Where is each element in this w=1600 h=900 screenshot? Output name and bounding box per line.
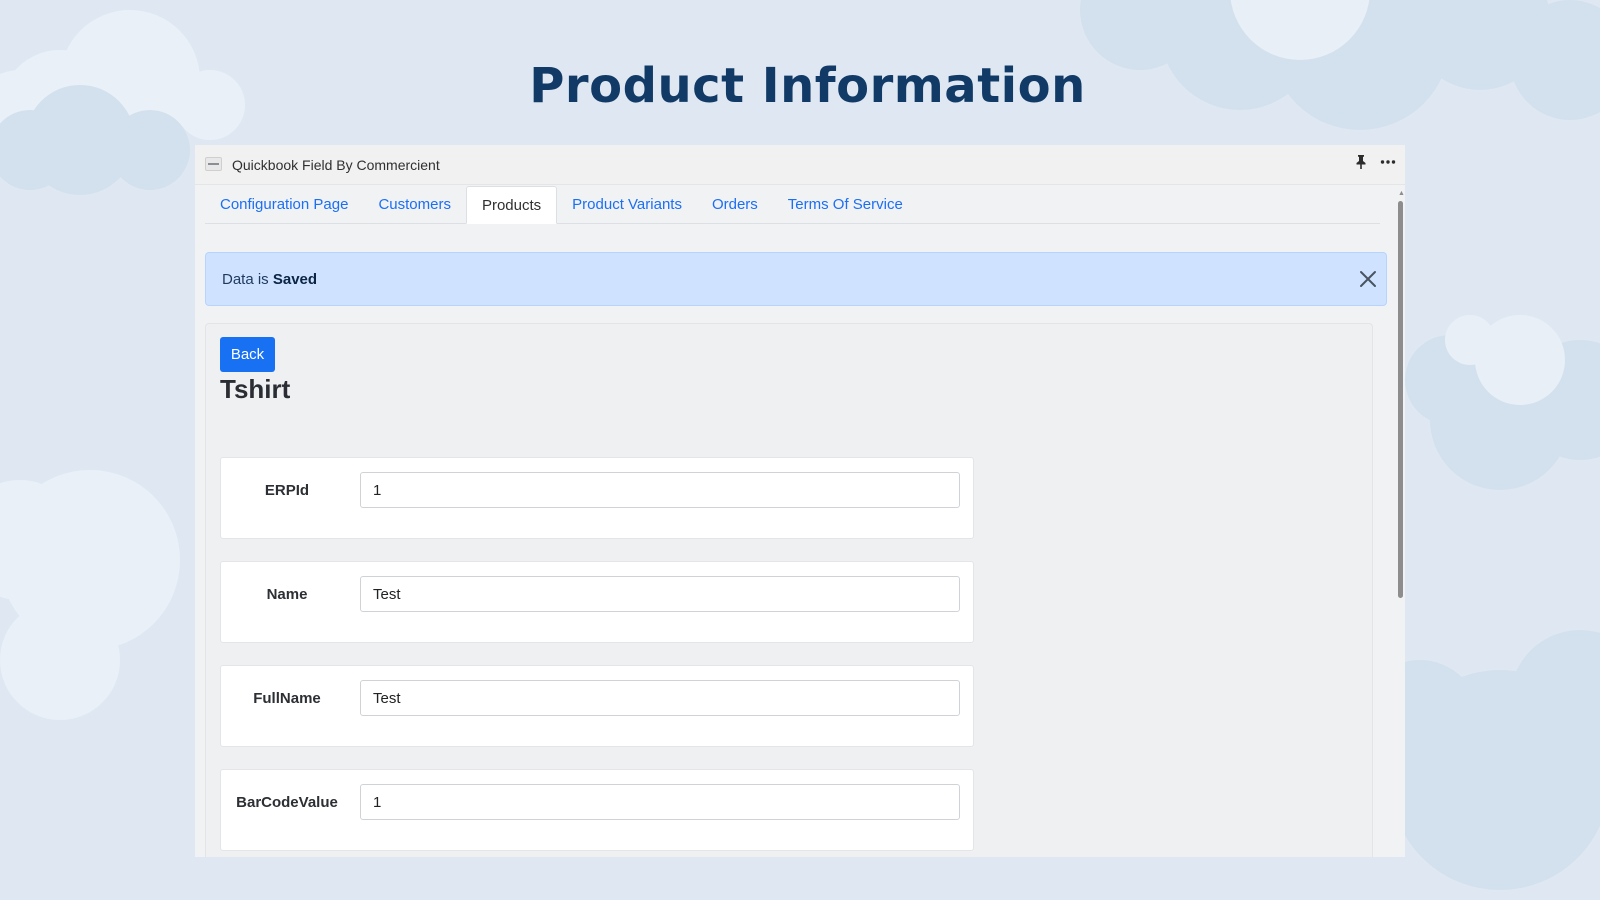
pin-icon[interactable] [1355,155,1367,173]
field-card-fullname: FullName [220,665,974,747]
product-detail-panel: Back Tshirt ERPId Name FullName BarCodeV… [205,323,1373,857]
field-label: Name [266,586,308,603]
close-icon[interactable] [1356,267,1380,291]
field-card-erpid: ERPId [220,457,974,539]
alert-emphasis: Saved [272,271,318,288]
app-title: Quickbook Field By Commercient [232,157,440,173]
erpid-input[interactable] [360,472,960,508]
field-label: ERPId [264,482,310,499]
field-card-name: Name [220,561,974,643]
back-button[interactable]: Back [220,337,275,372]
product-heading: Tshirt [220,374,291,404]
fullname-input[interactable] [360,680,960,716]
tab-terms-of-service[interactable]: Terms Of Service [773,186,918,224]
field-label: BarCodeValue [236,794,338,811]
alert-message: Data is Saved [222,271,317,288]
tab-bar: Configuration Page Customers Products Pr… [205,186,1380,224]
tab-customers[interactable]: Customers [363,186,466,224]
success-alert: Data is Saved [205,252,1387,306]
scroll-up-arrow-icon[interactable]: ▲ [1398,190,1405,197]
more-icon[interactable] [1380,155,1396,173]
field-card-barcodevalue: BarCodeValue [220,769,974,851]
slide-title: Product Information [529,58,1086,114]
tab-products[interactable]: Products [465,186,558,224]
app-logo-icon [205,157,222,171]
field-label: FullName [253,690,321,707]
app-window: Quickbook Field By Commercient Configura… [195,145,1405,857]
scrollbar[interactable] [1398,201,1403,598]
barcodevalue-input[interactable] [360,784,960,820]
alert-prefix: Data is [222,271,269,288]
tab-orders[interactable]: Orders [697,186,773,224]
name-input[interactable] [360,576,960,612]
tab-product-variants[interactable]: Product Variants [557,186,697,224]
tab-configuration-page[interactable]: Configuration Page [205,186,363,224]
app-titlebar: Quickbook Field By Commercient [195,145,1405,185]
